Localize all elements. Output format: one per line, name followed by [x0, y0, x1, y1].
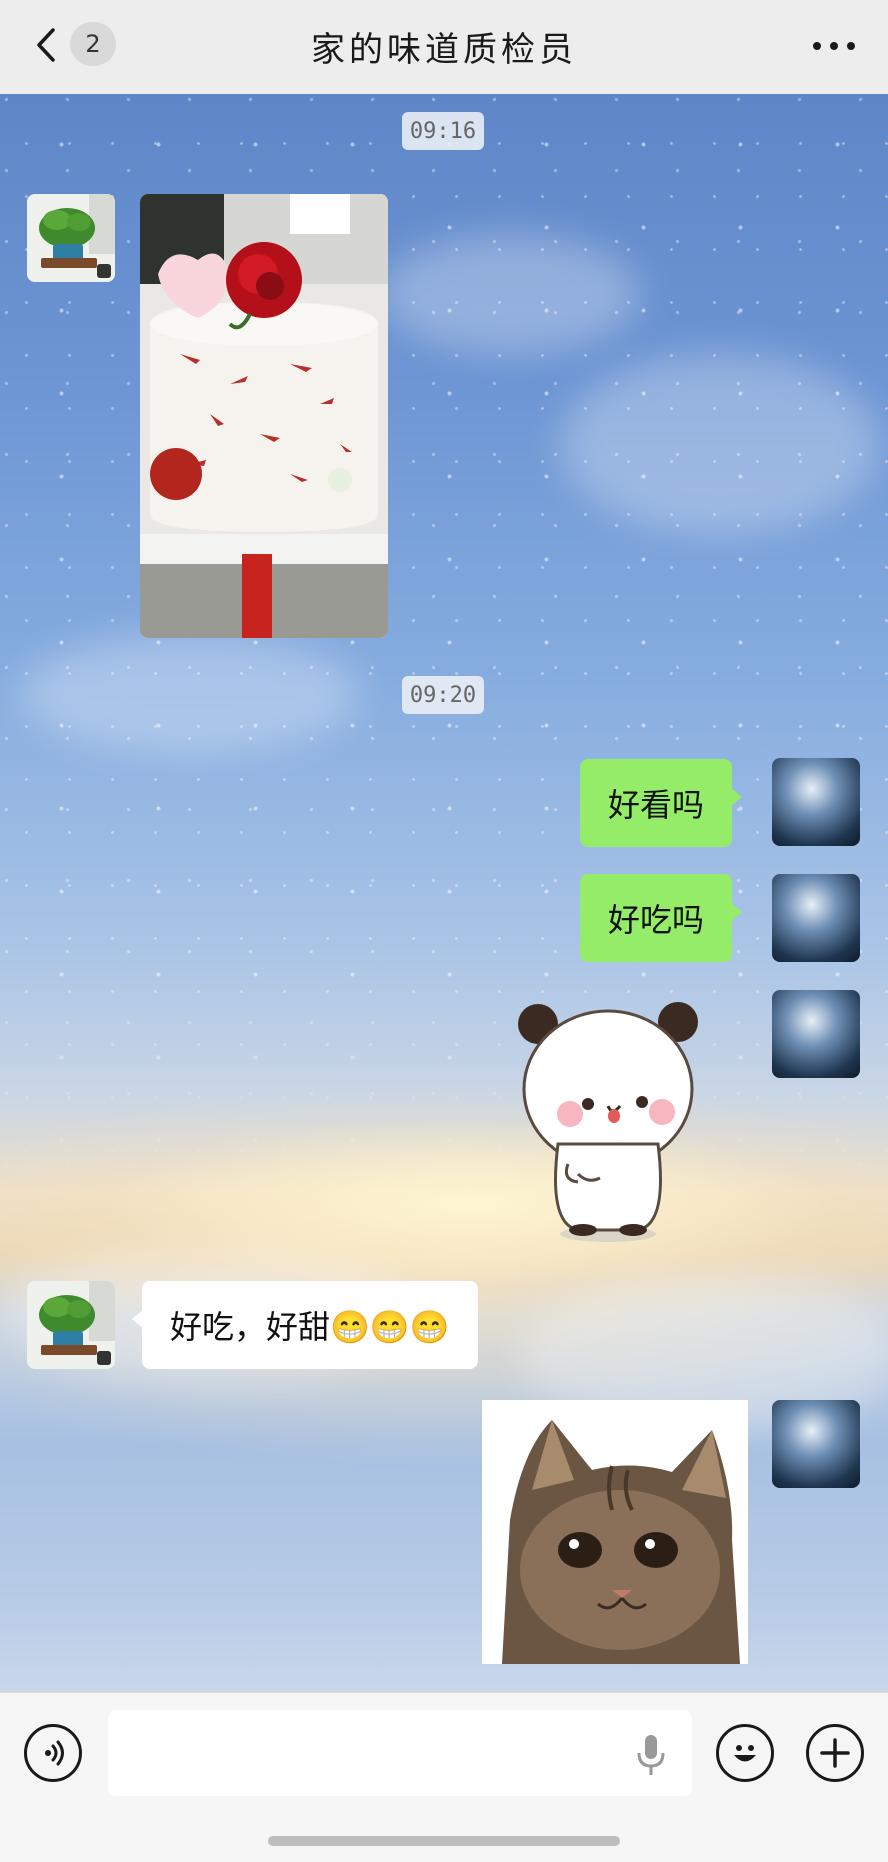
message-input[interactable] [108, 1710, 692, 1796]
microphone-icon [637, 1735, 665, 1775]
panda-sticker-image [518, 1002, 698, 1242]
plant-avatar-image [27, 194, 115, 282]
input-bar [0, 1692, 888, 1862]
cat-sticker-image [482, 1400, 748, 1664]
emoji-button[interactable] [716, 1724, 774, 1782]
plus-icon [820, 1738, 850, 1768]
chat-area[interactable]: 09:16 09:20 好看吗 好吃吗 好吃，好甜😁😁😁 [0, 94, 888, 1692]
cake-photo[interactable] [140, 194, 388, 638]
panda-sticker[interactable] [508, 994, 708, 1244]
voice-button[interactable] [24, 1724, 82, 1782]
wallpaper-cloud [560, 354, 880, 534]
plus-button[interactable] [806, 1724, 864, 1782]
chat-header: 2 家的味道质检员 [0, 0, 888, 94]
more-dots-icon [813, 42, 855, 50]
message-text: 好吃，好甜😁😁😁 [170, 1308, 450, 1346]
message-text: 好看吗 [608, 786, 705, 824]
timestamp: 09:16 [402, 112, 484, 150]
more-button[interactable] [808, 28, 860, 64]
emoji-icon [734, 1745, 756, 1762]
my-avatar[interactable] [772, 990, 860, 1078]
cake-image [140, 194, 388, 638]
my-avatar[interactable] [772, 758, 860, 846]
contact-avatar[interactable] [27, 194, 115, 282]
voice-icon [45, 1740, 64, 1766]
wallpaper-cloud [20, 634, 360, 754]
sent-message-bubble[interactable]: 好吃吗 [580, 874, 743, 962]
timestamp: 09:20 [402, 676, 484, 714]
message-text: 好吃吗 [608, 901, 705, 939]
home-indicator [268, 1836, 620, 1846]
cat-sticker[interactable] [482, 1400, 748, 1664]
sent-message-bubble[interactable]: 好看吗 [580, 759, 743, 847]
plant-avatar-image [27, 1281, 115, 1369]
my-avatar[interactable] [772, 1400, 860, 1488]
received-message-bubble[interactable]: 好吃，好甜😁😁😁 [132, 1281, 478, 1369]
mic-button[interactable] [636, 1733, 666, 1777]
contact-avatar[interactable] [27, 1281, 115, 1369]
chat-title: 家的味道质检员 [311, 30, 577, 70]
my-avatar[interactable] [772, 874, 860, 962]
wallpaper-cloud [380, 234, 640, 354]
